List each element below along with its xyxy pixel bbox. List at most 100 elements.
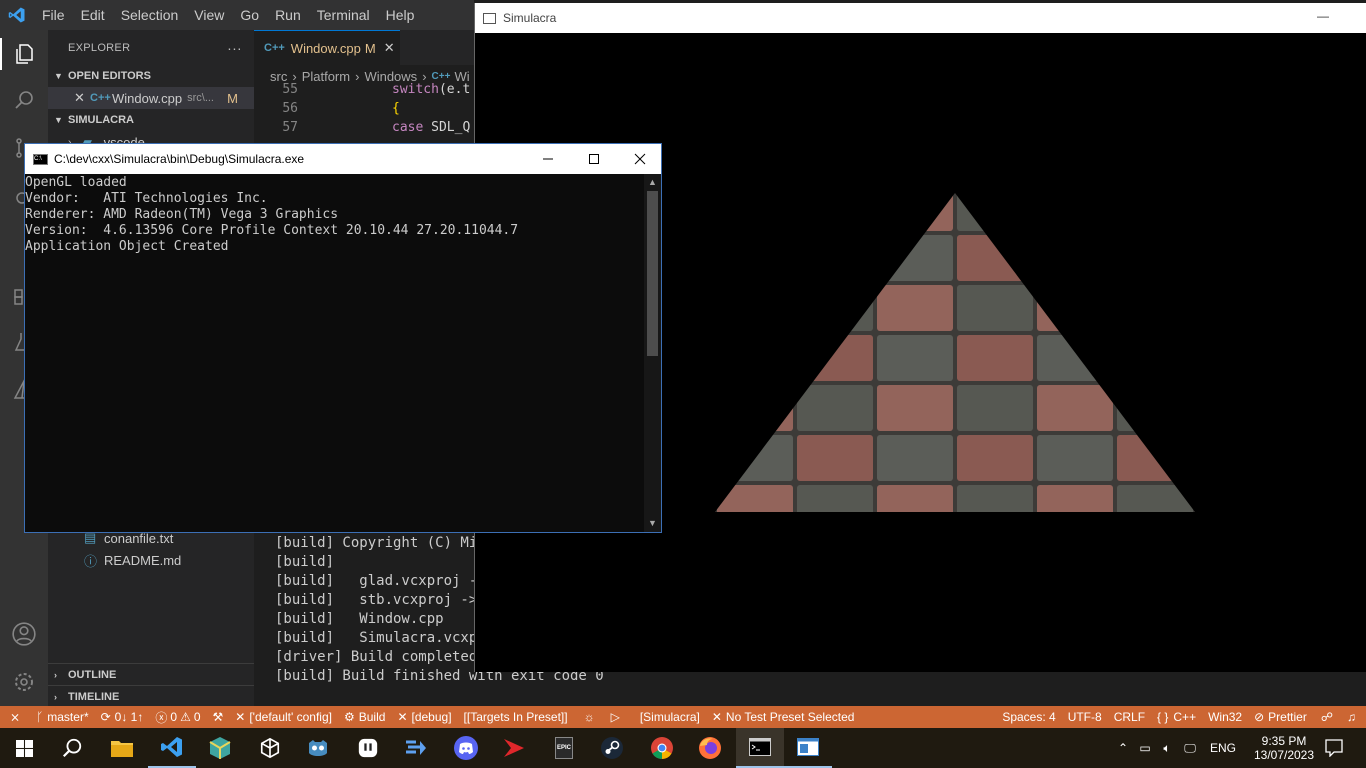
project-label: SIMULACRA	[68, 114, 134, 126]
vscode-taskbar-icon[interactable]	[148, 728, 196, 768]
tab-window-cpp[interactable]: C++ Window.cpp M ✕	[254, 30, 400, 65]
menu-view[interactable]: View	[186, 0, 232, 30]
explorer-more-button[interactable]: ···	[227, 40, 242, 56]
cpp-file-icon: C++	[90, 92, 111, 104]
menu-help[interactable]: Help	[378, 0, 423, 30]
build-button[interactable]: ⚙ Build	[338, 706, 391, 728]
manage-gear-icon[interactable]	[8, 666, 40, 698]
error-count: 0	[170, 710, 178, 724]
sync-label: 0↓ 1↑	[114, 710, 144, 724]
cmake-icon[interactable]: ⚒	[207, 706, 230, 728]
bug-icon[interactable]: ☼	[574, 706, 605, 728]
code-line[interactable]: 56 {	[254, 101, 474, 120]
battery-icon[interactable]: ▭	[1134, 741, 1156, 755]
epic-label: EPIC	[555, 737, 573, 759]
simulacra-title: Simulacra	[503, 11, 557, 25]
code-line[interactable]: 55 switch(e.t	[254, 82, 474, 101]
textured-triangle	[715, 193, 1195, 512]
terminal-line: [build] Window.cpp	[275, 611, 444, 627]
warning-count: 0	[193, 710, 201, 724]
sync-status[interactable]: ⟳ 0↓ 1↑	[95, 706, 150, 728]
open-editor-item[interactable]: ✕ C++ Window.cpp src\... M	[48, 87, 254, 109]
indentation-status[interactable]: Spaces: 4	[962, 706, 1061, 728]
maximize-button[interactable]	[571, 144, 617, 174]
file-item-readme[interactable]: ⓘ README.md	[48, 549, 254, 571]
menu-run[interactable]: Run	[267, 0, 309, 30]
close-icon[interactable]: ✕	[74, 90, 90, 106]
notification-center-icon[interactable]	[1310, 728, 1358, 768]
simulacra-taskbar-icon[interactable]	[784, 728, 832, 768]
line-number: 57	[282, 120, 298, 135]
chevron-up-icon[interactable]: ⌃	[1112, 741, 1134, 755]
terminal-taskbar-icon[interactable]	[736, 728, 784, 768]
menu-edit[interactable]: Edit	[73, 0, 113, 30]
firefox-icon[interactable]	[686, 728, 734, 768]
azure-data-studio-icon[interactable]	[392, 728, 440, 768]
platform-status[interactable]: Win32	[1202, 706, 1248, 728]
problems-status[interactable]: ⓧ 0 ⚠ 0	[149, 706, 206, 728]
file-explorer-icon[interactable]	[98, 728, 146, 768]
prettier-label: Prettier	[1268, 710, 1307, 724]
tools-icon: ✕	[711, 710, 722, 724]
search-icon[interactable]	[48, 728, 96, 768]
chevron-right-icon: ›	[54, 691, 57, 702]
menu-file[interactable]: File	[34, 0, 73, 30]
remote-icon[interactable]: ⨯	[0, 706, 30, 728]
language-status[interactable]: { } C++	[1151, 706, 1202, 728]
eol-status[interactable]: CRLF	[1108, 706, 1151, 728]
targets-status[interactable]: [[Targets In Preset]]	[458, 706, 574, 728]
unity-icon[interactable]	[246, 728, 294, 768]
prettier-status[interactable]: ⊘ Prettier	[1248, 706, 1313, 728]
scroll-up-arrow-icon[interactable]: ▲	[644, 174, 661, 191]
explorer-icon[interactable]	[0, 38, 48, 70]
branch-status[interactable]: ᚴ master*	[30, 706, 95, 728]
volume-icon[interactable]: 🔈︎	[1156, 741, 1178, 756]
timeline-section[interactable]: › TIMELINE	[48, 685, 254, 707]
windows-start-icon[interactable]	[0, 728, 48, 768]
chevron-down-icon: ▼	[54, 115, 63, 125]
menu-selection[interactable]: Selection	[113, 0, 187, 30]
scrollbar-thumb[interactable]	[647, 191, 658, 356]
red-arrow-app-icon[interactable]	[490, 728, 538, 768]
network-icon[interactable]: 🖵︎	[1178, 741, 1202, 756]
console-window[interactable]: C:\ C:\dev\cxx\Simulacra\bin\Debug\Simul…	[24, 143, 662, 533]
window-app-icon	[483, 12, 496, 24]
close-icon[interactable]: ✕	[384, 40, 395, 56]
minimize-button[interactable]: —	[1317, 9, 1329, 23]
launch-target-status[interactable]: [Simulacra]	[626, 706, 706, 728]
tools-icon: ✕	[397, 710, 408, 724]
search-icon[interactable]	[8, 84, 40, 116]
language-indicator[interactable]: ENG	[1202, 741, 1244, 755]
steam-icon[interactable]	[588, 728, 636, 768]
console-scrollbar[interactable]: ▲ ▼	[644, 174, 661, 532]
code-line[interactable]: 57 case SDL_Q	[254, 120, 474, 139]
open-editors-section[interactable]: ▼ OPEN EDITORS	[48, 65, 254, 87]
package-icon[interactable]	[196, 728, 244, 768]
menu-terminal[interactable]: Terminal	[309, 0, 378, 30]
encoding-status[interactable]: UTF-8	[1062, 706, 1108, 728]
discord-icon[interactable]	[442, 728, 490, 768]
open-editor-filename: Window.cpp	[112, 90, 183, 106]
config-label: ['default' config]	[249, 710, 332, 724]
feedback-icon[interactable]: ☍	[1313, 706, 1341, 728]
notifications-bell-icon[interactable]: ♫	[1341, 706, 1366, 728]
godot-icon[interactable]	[294, 728, 342, 768]
chrome-icon[interactable]	[638, 728, 686, 768]
account-icon[interactable]	[8, 618, 40, 650]
explorer-title: EXPLORER	[68, 41, 131, 54]
epic-games-icon[interactable]: EPIC	[540, 728, 588, 768]
test-preset-status[interactable]: ✕ No Test Preset Selected	[706, 706, 861, 728]
minimize-button[interactable]	[525, 144, 571, 174]
config-status[interactable]: ✕ ['default' config]	[229, 706, 338, 728]
outline-section[interactable]: › OUTLINE	[48, 663, 254, 685]
simulacra-titlebar[interactable]: Simulacra —	[475, 3, 1366, 33]
timeline-label: TIMELINE	[68, 690, 120, 703]
menu-go[interactable]: Go	[232, 0, 267, 30]
project-section[interactable]: ▼ SIMULACRA	[48, 109, 254, 131]
info-file-icon: ⓘ	[84, 553, 98, 569]
scroll-down-arrow-icon[interactable]: ▼	[644, 515, 661, 532]
launch-play-icon[interactable]: ▷	[605, 706, 626, 728]
close-button[interactable]	[617, 144, 663, 174]
build-type-status[interactable]: ✕ [debug]	[391, 706, 457, 728]
app-icon[interactable]	[344, 728, 392, 768]
